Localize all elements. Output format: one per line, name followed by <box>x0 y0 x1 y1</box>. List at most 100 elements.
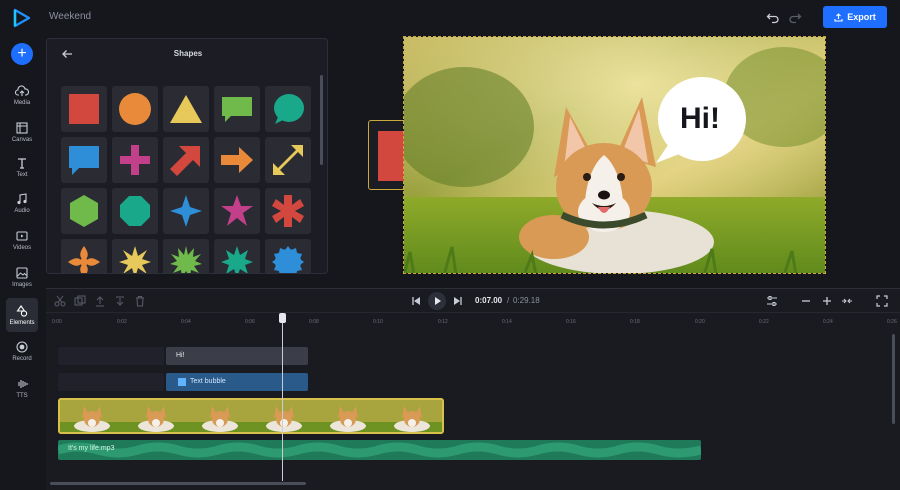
skip-back-icon[interactable] <box>410 295 422 307</box>
rail-item-text[interactable]: Text <box>0 150 44 184</box>
shape-speech-round[interactable] <box>265 86 311 132</box>
fit-timeline-icon[interactable] <box>841 295 853 307</box>
ruler-tick: 0:00 <box>52 319 62 325</box>
triangle-shape-icon <box>170 95 202 123</box>
redo-icon[interactable] <box>788 10 802 24</box>
speech-square-shape-icon <box>69 146 99 175</box>
shape-triangle[interactable] <box>163 86 209 132</box>
ruler-tick: 0:04 <box>181 319 191 325</box>
arrow-right-shape-icon <box>221 147 253 173</box>
shape-burst-12[interactable] <box>163 239 209 273</box>
left-rail: + Media Canvas Text Audio Videos Images … <box>0 36 44 490</box>
text-bubble-clip[interactable]: Text bubble <box>166 373 308 391</box>
arrow-up-right-shape-icon <box>170 146 200 176</box>
shape-star-5[interactable] <box>214 188 260 234</box>
current-time: 0:07.00 <box>475 296 503 305</box>
scissors-icon[interactable] <box>54 295 66 307</box>
shape-arrow-up-right[interactable] <box>163 137 209 183</box>
video-thumbnail <box>316 400 380 432</box>
rail-item-media[interactable]: Media <box>0 78 44 112</box>
shape-arrow-right[interactable] <box>214 137 260 183</box>
flower-shape-icon <box>68 246 100 273</box>
panel-scrollbar[interactable] <box>320 75 323 165</box>
waveform-icon <box>18 379 28 388</box>
bring-forward-icon[interactable] <box>94 295 106 307</box>
speech-bubble-text[interactable]: Hi! <box>662 102 738 136</box>
video-icon <box>16 230 28 241</box>
preview-canvas[interactable] <box>403 36 826 274</box>
undo-icon[interactable] <box>766 10 780 24</box>
circle-shape-icon <box>119 93 151 125</box>
shape-square[interactable] <box>61 86 107 132</box>
rail-item-tts[interactable]: TTS <box>0 371 44 405</box>
video-thumbnail <box>252 400 316 432</box>
send-backward-icon[interactable] <box>114 295 126 307</box>
fullscreen-icon[interactable] <box>876 295 888 307</box>
timeline-vertical-scrollbar[interactable] <box>892 334 895 424</box>
rail-item-videos[interactable]: Videos <box>0 223 44 257</box>
ruler-tick: 0:02 <box>117 319 127 325</box>
video-thumbnail <box>188 400 252 432</box>
shape-burst-10[interactable] <box>214 239 260 273</box>
video-clip[interactable] <box>58 398 444 434</box>
play-button[interactable] <box>428 292 446 310</box>
rail-label: Elements <box>9 319 35 326</box>
duplicate-icon[interactable] <box>74 295 86 307</box>
shape-circle[interactable] <box>112 86 158 132</box>
zoom-in-icon[interactable] <box>821 295 833 307</box>
rail-label: Text <box>16 171 28 178</box>
speech-round-shape-icon <box>274 94 304 124</box>
text-clip-label: Hi! <box>176 352 185 359</box>
track-empty-space <box>58 347 164 365</box>
ruler-tick: 0:14 <box>502 319 512 325</box>
shape-burst-8[interactable] <box>112 239 158 273</box>
playhead-handle[interactable] <box>279 313 286 323</box>
rail-item-canvas[interactable]: Canvas <box>0 115 44 149</box>
timeline-horizontal-scrollbar[interactable] <box>50 482 306 485</box>
shape-seal[interactable] <box>265 239 311 273</box>
shape-star-4[interactable] <box>163 188 209 234</box>
ruler-tick: 0:16 <box>566 319 576 325</box>
shape-octagon[interactable] <box>112 188 158 234</box>
shape-x-star[interactable] <box>265 188 311 234</box>
settings-sliders-icon[interactable] <box>766 295 778 307</box>
rail-item-images[interactable]: Images <box>0 260 44 294</box>
audio-waveform <box>58 442 701 458</box>
rail-item-record[interactable]: Record <box>0 334 44 368</box>
star-4-shape-icon <box>170 195 202 227</box>
shape-speech-rect[interactable] <box>214 86 260 132</box>
rail-label: Media <box>13 99 31 106</box>
hexagon-shape-icon <box>70 195 98 227</box>
ruler-tick: 0:22 <box>759 319 769 325</box>
shape-hexagon[interactable] <box>61 188 107 234</box>
corgi-photo <box>404 37 825 273</box>
skip-forward-icon[interactable] <box>452 295 464 307</box>
rail-item-audio[interactable]: Audio <box>0 186 44 220</box>
track-empty-space <box>58 373 164 391</box>
project-title[interactable]: Weekend <box>49 11 91 22</box>
export-button[interactable]: Export <box>823 6 887 28</box>
audio-clip-label: It's my life.mp3 <box>68 445 115 452</box>
add-button[interactable]: + <box>11 43 33 65</box>
shape-flower[interactable] <box>61 239 107 273</box>
cloud-upload-icon <box>15 84 29 96</box>
total-duration: 0:29.18 <box>513 296 540 305</box>
rail-label: Videos <box>12 244 32 251</box>
playhead-line <box>282 315 283 481</box>
image-icon <box>16 266 28 279</box>
rail-item-elements[interactable]: Elements <box>6 298 38 332</box>
text-clip[interactable]: Hi! <box>166 347 308 365</box>
shape-speech-square[interactable] <box>61 137 107 183</box>
app-logo-icon[interactable] <box>12 8 32 28</box>
trash-icon[interactable] <box>134 295 146 307</box>
rail-label: Audio <box>14 207 30 214</box>
time-ruler[interactable]: 0:00 0:02 0:04 0:06 0:08 0:10 0:12 0:14 … <box>46 315 900 329</box>
shape-cross[interactable] <box>112 137 158 183</box>
double-arrow-shape-icon <box>273 145 303 175</box>
shape-double-arrow[interactable] <box>265 137 311 183</box>
zoom-out-icon[interactable] <box>800 295 812 307</box>
x-star-shape-icon <box>272 195 304 227</box>
audio-clip[interactable]: It's my life.mp3 <box>58 440 701 460</box>
ruler-tick: 0:18 <box>630 319 640 325</box>
ruler-tick: 0:20 <box>695 319 705 325</box>
